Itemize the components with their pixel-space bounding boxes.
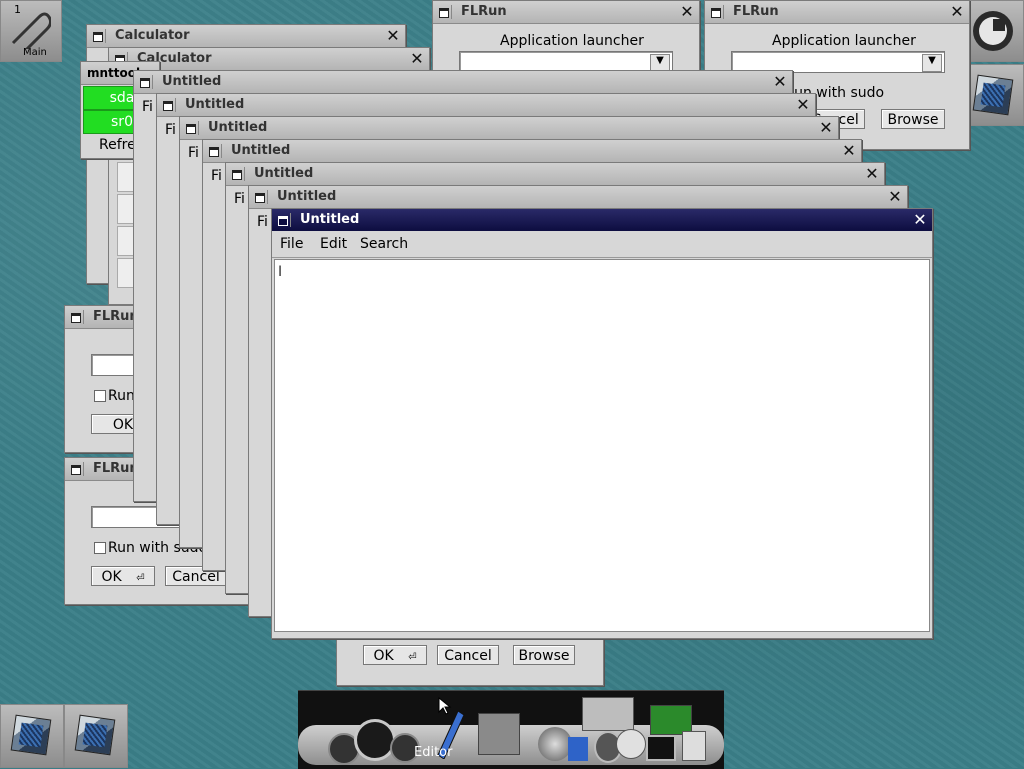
window-title: FLRun [93, 309, 139, 324]
menu-edit[interactable]: Edit [320, 236, 347, 252]
titlebar[interactable]: Untitled ✕ [180, 117, 838, 140]
window-title: Untitled [208, 120, 268, 135]
window-title: Calculator [115, 28, 190, 43]
cube-icon [972, 74, 1014, 116]
window-menu-icon[interactable] [138, 75, 153, 89]
clock-dock-icon[interactable] [962, 0, 1024, 62]
window-title: Untitled [231, 143, 291, 158]
file-menu[interactable]: Fi [165, 122, 176, 138]
window-menu-icon[interactable] [91, 29, 106, 43]
file-menu[interactable]: Fi [234, 191, 245, 207]
window-menu-icon[interactable] [253, 190, 268, 204]
sudo-checkbox[interactable] [94, 390, 106, 402]
window-menu-icon[interactable] [230, 167, 245, 181]
ok-label: OK [101, 569, 122, 585]
application-dock: Editor [298, 690, 724, 769]
titlebar[interactable]: Untitled ✕ [157, 94, 815, 117]
titlebar[interactable]: Untitled ✕ [249, 186, 907, 209]
titlebar[interactable]: Untitled ✕ [134, 71, 792, 94]
launcher-heading: Application launcher [772, 33, 916, 49]
terminal-icon[interactable] [646, 735, 676, 761]
titlebar[interactable]: Calculator ✕ [87, 25, 405, 48]
window-title: Untitled [277, 189, 337, 204]
globe-icon[interactable] [538, 727, 572, 761]
mouse-pointer-icon [438, 697, 452, 715]
menu-file[interactable]: File [280, 236, 303, 252]
cancel-button[interactable]: Cancel [437, 645, 499, 665]
window-menu-icon[interactable] [69, 310, 84, 324]
window-title: Untitled [254, 166, 314, 181]
file-menu[interactable]: Fi [211, 168, 222, 184]
file-menu[interactable]: Fi [142, 99, 153, 115]
window-title: Untitled [300, 212, 360, 227]
window-title: FLRun [733, 4, 779, 19]
clock-widget-icon[interactable] [354, 719, 396, 761]
window-title: FLRun [93, 461, 139, 476]
close-icon[interactable]: ✕ [840, 142, 858, 160]
titlebar[interactable]: FLRun ✕ [433, 1, 699, 24]
close-icon[interactable]: ✕ [771, 73, 789, 91]
window-menu-icon[interactable] [437, 5, 452, 19]
sudo-checkbox[interactable] [94, 542, 106, 554]
titlebar[interactable]: Untitled ✕ [226, 163, 884, 186]
phone-icon[interactable] [616, 729, 646, 759]
workspace-dock-icon-1[interactable] [0, 704, 64, 768]
window-menu-icon[interactable] [161, 98, 176, 112]
close-icon[interactable]: ✕ [408, 50, 426, 68]
window-title: Untitled [185, 97, 245, 112]
ok-button[interactable]: OK ⏎ [91, 566, 155, 586]
download-icon[interactable] [568, 737, 588, 761]
window-menu-icon[interactable] [184, 121, 199, 135]
window-menu-icon[interactable] [276, 213, 291, 227]
menu-search[interactable]: Search [360, 236, 408, 252]
enter-key-icon: ⏎ [136, 573, 145, 584]
workspace-dock-icon-2[interactable] [64, 704, 128, 768]
close-icon[interactable]: ✕ [911, 211, 929, 229]
browse-button[interactable]: Browse [513, 645, 575, 665]
window-title: FLRun [461, 4, 507, 19]
titlebar[interactable]: FLRun ✕ [705, 1, 969, 24]
window-menu-icon[interactable] [207, 144, 222, 158]
close-icon[interactable]: ✕ [678, 3, 696, 21]
menu-bar: File Edit Search [272, 231, 932, 258]
close-icon[interactable]: ✕ [948, 3, 966, 21]
titlebar[interactable]: Untitled ✕ [203, 140, 861, 163]
workspace-dock-icon[interactable] [962, 64, 1024, 126]
text-cursor-icon: I [278, 264, 283, 280]
calculator-icon[interactable] [682, 731, 706, 761]
ok-button[interactable]: OK ⏎ [363, 645, 427, 665]
cube-icon [74, 714, 116, 756]
file-menu[interactable]: Fi [188, 145, 199, 161]
window-menu-icon[interactable] [709, 5, 724, 19]
pager[interactable]: 1 Main [0, 0, 62, 62]
close-icon[interactable]: ✕ [886, 188, 904, 206]
text-editor-area[interactable]: I [274, 259, 930, 632]
launcher-heading: Application launcher [500, 33, 644, 49]
window-title: Untitled [162, 74, 222, 89]
dropdown-arrow-icon[interactable]: ▼ [922, 54, 942, 72]
close-icon[interactable]: ✕ [863, 165, 881, 183]
close-icon[interactable]: ✕ [384, 27, 402, 45]
enter-key-icon: ⏎ [408, 652, 417, 663]
titlebar[interactable]: Untitled ✕ [272, 209, 932, 232]
window-menu-icon[interactable] [69, 462, 84, 476]
cube-icon [10, 714, 52, 756]
tools-icon[interactable] [478, 713, 520, 755]
close-icon[interactable]: ✕ [794, 96, 812, 114]
ok-label: OK [373, 648, 394, 664]
browse-button[interactable]: Browse [881, 109, 945, 129]
clock-icon [973, 11, 1013, 51]
dock-tooltip: Editor [414, 745, 453, 760]
paperclip-icon [11, 12, 51, 49]
file-menu[interactable]: Fi [257, 214, 268, 230]
close-icon[interactable]: ✕ [817, 119, 835, 137]
editor-window-active: Untitled ✕ File Edit Search I [271, 208, 933, 639]
monitor-icon[interactable] [582, 697, 634, 731]
